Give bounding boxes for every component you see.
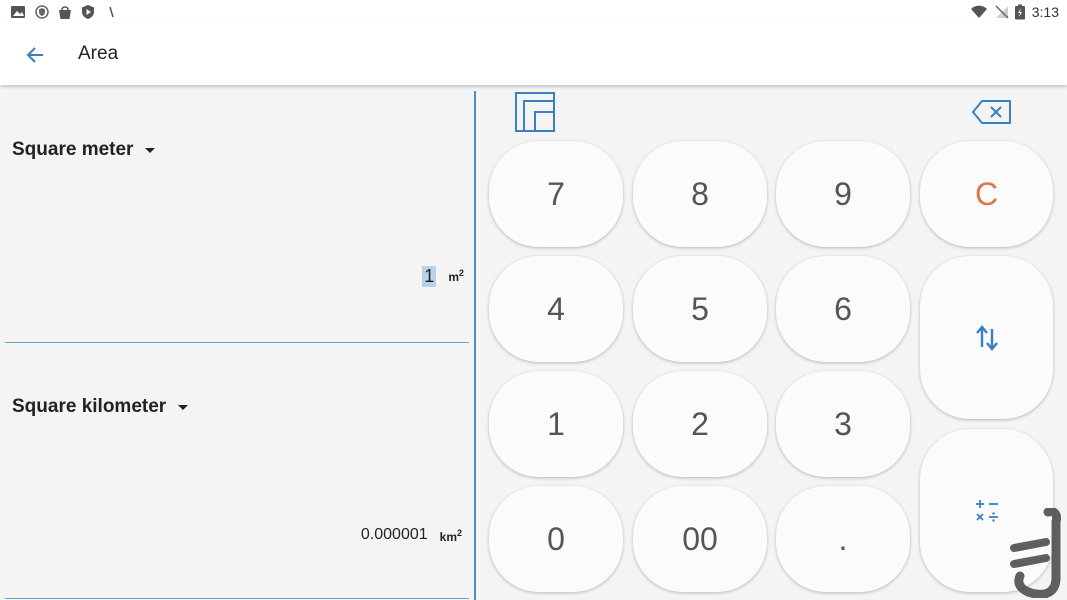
from-value-input[interactable]: 1 (422, 266, 437, 287)
from-unit-symbol: m2 (448, 268, 464, 284)
key-3[interactable]: 3 (776, 371, 910, 477)
key-7[interactable]: 7 (489, 141, 623, 247)
key-9[interactable]: 9 (776, 141, 910, 247)
to-value-row: 0.000001 km2 (361, 526, 462, 544)
key-6[interactable]: 6 (776, 256, 910, 362)
calculator-icon (975, 499, 998, 522)
to-unit-label: Square kilometer (12, 396, 167, 417)
app-bar: Area (0, 24, 1067, 85)
from-unit-label: Square meter (12, 139, 134, 160)
key-1[interactable]: 1 (489, 371, 623, 477)
from-unit-selector[interactable]: Square meter (12, 139, 156, 161)
converter-pane: Square meter 1 m2 Square kilometer 0.000… (0, 86, 474, 600)
from-value-row[interactable]: 1 m2 (422, 266, 464, 287)
page-title: Area (78, 43, 119, 64)
swap-icon (975, 324, 998, 351)
key-4[interactable]: 4 (489, 256, 623, 362)
key-5[interactable]: 5 (633, 256, 767, 362)
no-signal-icon (995, 5, 1009, 19)
back-button[interactable] (18, 38, 52, 72)
wifi-icon (971, 5, 987, 18)
converter-divider (5, 342, 469, 343)
dropdown-caret-icon (145, 147, 156, 153)
to-unit-selector[interactable]: Square kilometer (12, 396, 189, 418)
swap-units-button[interactable] (920, 256, 1053, 419)
bag-icon (59, 6, 71, 19)
decimal-point-key[interactable]: . (776, 486, 910, 592)
clear-button[interactable]: C (920, 141, 1053, 247)
to-value-output: 0.000001 (360, 526, 428, 543)
slash-icon (109, 6, 114, 18)
layout-icon[interactable] (515, 92, 555, 132)
key-0[interactable]: 0 (489, 486, 623, 592)
battery-icon (1015, 4, 1025, 20)
key-8[interactable]: 8 (633, 141, 767, 247)
backspace-icon[interactable] (972, 100, 1012, 124)
key-00[interactable]: 00 (633, 486, 767, 592)
status-time: 3:13 (1031, 4, 1059, 20)
converter-bottom-divider (5, 598, 469, 599)
key-2[interactable]: 2 (633, 371, 767, 477)
watermark-logo (1010, 508, 1061, 598)
shield-icon (35, 5, 49, 19)
dropdown-caret-icon (178, 404, 189, 410)
arrow-left-icon (26, 47, 43, 63)
image-icon (11, 6, 25, 18)
to-unit-symbol: km2 (439, 528, 462, 544)
status-bar: 3:13 (0, 0, 1067, 24)
keypad: 7 8 9 C 4 5 6 1 2 3 0 00 . (476, 86, 1067, 600)
play-shield-icon (82, 5, 94, 19)
